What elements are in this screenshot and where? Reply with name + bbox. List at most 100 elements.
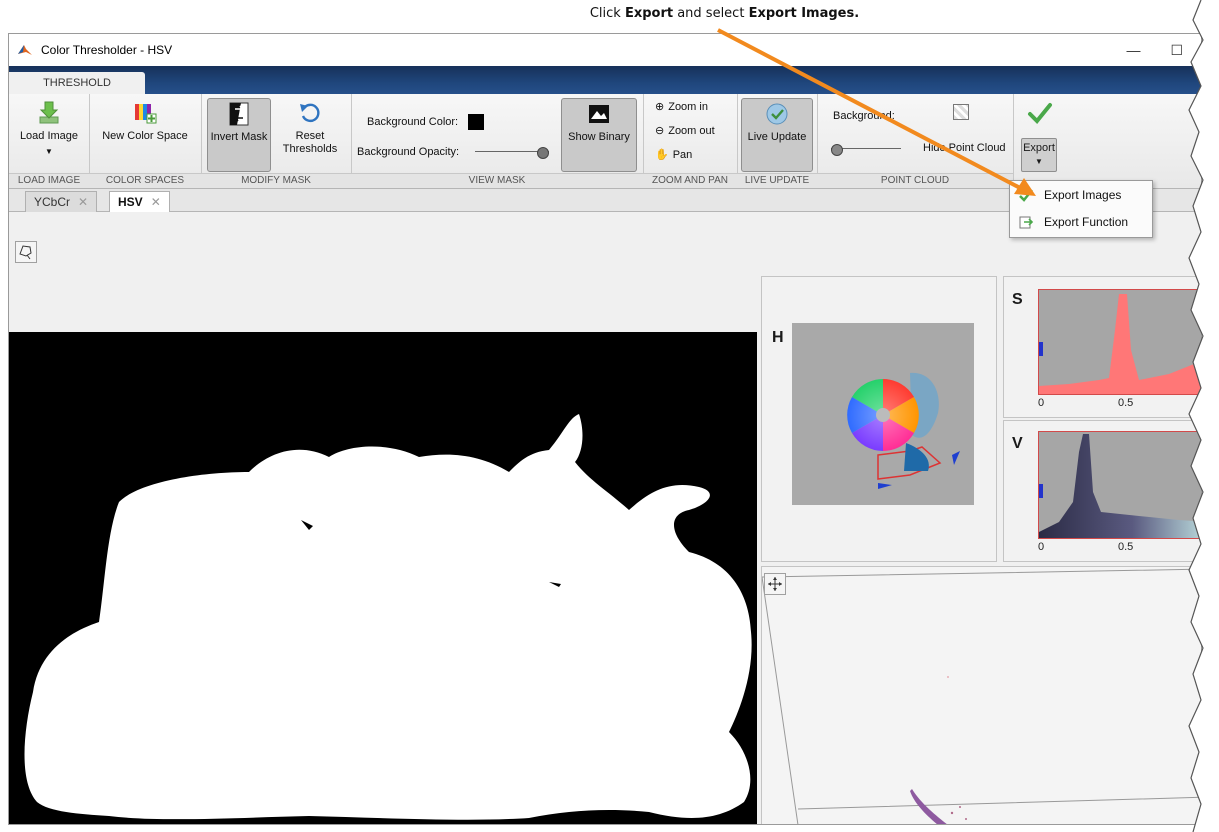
section-label-live-update: LIVE UPDATE: [737, 173, 817, 188]
section-export: Export ▼: [1013, 94, 1069, 188]
tab-ycbcr-label: YCbCr: [34, 195, 71, 209]
chevron-down-icon: ▼: [45, 147, 53, 156]
color-space-icon: [135, 104, 157, 124]
section-zoom-and-pan: ⊕ Zoom in ⊖ Zoom out ✋ Pan ZOOM AND PAN: [643, 94, 738, 188]
export-images-label: Export Images: [1044, 187, 1122, 202]
download-arrow-icon: [39, 101, 59, 124]
tab-threshold[interactable]: THRESHOLD: [9, 72, 145, 94]
binary-image-icon: [589, 105, 609, 123]
zoom-out-label: Zoom out: [668, 124, 715, 137]
reset-icon: [300, 103, 320, 123]
hue-panel: H: [761, 276, 997, 562]
background-opacity-label: Background Opacity:: [357, 146, 460, 158]
export-button[interactable]: Export ▼: [1021, 138, 1057, 172]
tab-hsv[interactable]: HSV ✕: [109, 191, 170, 212]
hide-point-cloud-button[interactable]: Hide Point Cloud: [923, 142, 1006, 154]
tab-ycbcr[interactable]: YCbCr ✕: [25, 191, 98, 212]
load-image-button[interactable]: Load Image ▼: [13, 98, 85, 158]
export-button-icon-area[interactable]: [1019, 98, 1061, 130]
thresholds-label: Thresholds: [282, 143, 338, 155]
background-color-label: Background Color:: [367, 116, 459, 128]
s-tick-0-5: 0.5: [1118, 397, 1134, 409]
point-cloud-axes: [761, 568, 1201, 824]
load-image-label: Load Image: [19, 130, 79, 142]
main-content: H S 0 0.5 V 0 0.5: [9, 231, 1201, 824]
export-label: Export: [1023, 142, 1055, 154]
polygon-select-icon[interactable]: [15, 241, 37, 263]
app-window: Color Thresholder - HSV — ☐ THRESHOLD Lo…: [8, 33, 1202, 825]
point-cloud-background-label: Background:: [833, 110, 895, 122]
check-icon: [1019, 188, 1033, 202]
opacity-slider[interactable]: [475, 147, 550, 159]
hue-label: H: [772, 329, 784, 346]
new-color-space-label: New Color Space: [102, 130, 188, 142]
close-icon[interactable]: ✕: [78, 195, 88, 209]
invert-mask-icon: [229, 102, 249, 126]
minimize-icon[interactable]: —: [1126, 42, 1140, 59]
export-dropdown-menu: Export Images Export Function: [1009, 180, 1153, 238]
tab-hsv-label: HSV: [118, 195, 143, 209]
callout-export-images-bold: Export Images.: [748, 6, 860, 21]
point-cloud-panel[interactable]: [761, 566, 1201, 824]
show-binary-button[interactable]: Show Binary: [561, 98, 637, 172]
section-live-update: Live Update LIVE UPDATE: [737, 94, 818, 188]
torn-edge-decoration: [1188, 0, 1219, 832]
color-wheel: [847, 379, 919, 451]
section-load-image: Load Image ▼ LOAD IMAGE: [9, 94, 90, 188]
point-cloud-slider[interactable]: [831, 144, 901, 156]
background-opacity-control: Background Opacity:: [357, 146, 550, 159]
callout-text-middle: and select: [673, 6, 749, 21]
saturation-label: S: [1012, 291, 1023, 308]
section-modify-mask: Invert Mask Reset Thresholds MODIFY MASK: [201, 94, 352, 188]
saturation-histogram[interactable]: [1038, 289, 1201, 395]
close-icon[interactable]: ✕: [151, 195, 161, 209]
hue-wheel-plot[interactable]: [792, 323, 974, 505]
window-title: Color Thresholder - HSV: [41, 43, 173, 57]
ribbon-toolbar: Load Image ▼ LOAD IMAGE New Color Space …: [9, 94, 1201, 189]
pan-button[interactable]: ✋ Pan: [655, 148, 692, 162]
new-color-space-button[interactable]: New Color Space: [95, 98, 195, 143]
section-label-load-image: LOAD IMAGE: [9, 173, 89, 188]
section-label-point-cloud: POINT CLOUD: [817, 173, 1013, 188]
reset-thresholds-button[interactable]: Reset Thresholds: [277, 98, 343, 156]
v-tick-0: 0: [1038, 541, 1045, 553]
hand-icon: ✋: [655, 149, 669, 161]
s-tick-0: 0: [1038, 397, 1045, 409]
live-update-button[interactable]: Live Update: [741, 98, 813, 172]
zoom-in-label: Zoom in: [668, 100, 708, 113]
invert-mask-button[interactable]: Invert Mask: [207, 98, 271, 172]
export-function-icon: [1019, 216, 1034, 228]
section-label-color-spaces: COLOR SPACES: [89, 173, 201, 188]
menu-item-export-function[interactable]: Export Function: [1010, 208, 1152, 235]
saturation-panel: S 0 0.5: [1003, 276, 1201, 418]
point-cloud-background-control: Background:: [833, 110, 895, 122]
live-update-icon: [766, 103, 788, 125]
mask-view-panel: [9, 231, 757, 824]
menu-item-export-images[interactable]: Export Images: [1010, 181, 1152, 208]
zoom-in-button[interactable]: ⊕ Zoom in: [655, 100, 708, 114]
point-cloud-background-swatch[interactable]: [953, 104, 969, 120]
instruction-callout: Click Export and select Export Images.: [0, 6, 1219, 21]
mask-blob: [24, 414, 752, 820]
section-label-view-mask: VIEW MASK: [351, 173, 643, 188]
hide-point-cloud-label: Hide Point Cloud: [923, 142, 1006, 154]
zoom-out-button[interactable]: ⊖ Zoom out: [655, 124, 715, 138]
export-function-label: Export Function: [1044, 214, 1129, 229]
section-label-zoom-and-pan: ZOOM AND PAN: [643, 173, 737, 188]
background-color-swatch[interactable]: [468, 114, 485, 130]
value-label: V: [1012, 435, 1023, 452]
section-point-cloud: Background: Hide Point Cloud POINT CLOUD: [817, 94, 1014, 188]
title-bar: Color Thresholder - HSV — ☐: [9, 34, 1201, 66]
value-histogram[interactable]: [1038, 431, 1201, 539]
callout-text: Click: [589, 6, 625, 21]
zoom-in-icon: ⊕: [655, 101, 665, 113]
binary-mask-image: [9, 332, 757, 824]
chevron-down-icon: ▼: [1035, 157, 1043, 166]
section-view-mask: Background Color: Background Opacity: Sh…: [351, 94, 644, 188]
background-color-control[interactable]: Background Color:: [367, 114, 485, 130]
rotate-select-icon[interactable]: [764, 573, 786, 595]
opacity-slider-thumb[interactable]: [537, 147, 550, 159]
value-panel: V 0 0.5: [1003, 420, 1201, 562]
point-cloud-slider-thumb[interactable]: [831, 144, 843, 156]
invert-mask-label: Invert Mask: [210, 131, 268, 143]
